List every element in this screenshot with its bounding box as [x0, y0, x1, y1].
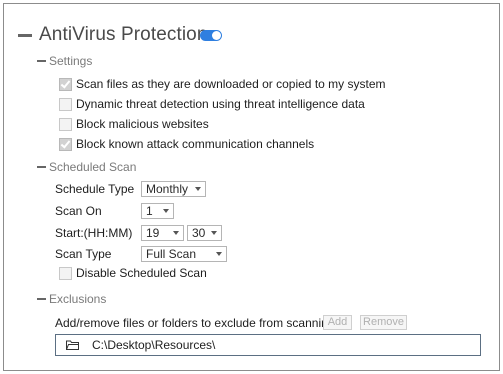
collapse-scheduled-scan-icon[interactable] — [37, 166, 46, 168]
dynamic-threat-label: Dynamic threat detection using threat in… — [76, 97, 365, 111]
scan-files-label: Scan files as they are downloaded or cop… — [76, 77, 386, 91]
exclusion-path-item[interactable]: C:\Desktop\Resources\ — [55, 334, 481, 356]
start-hour-select[interactable]: 19 — [141, 225, 184, 241]
block-attack-channels-checkbox[interactable] — [59, 138, 72, 151]
exclusion-path-text: C:\Desktop\Resources\ — [92, 338, 216, 352]
exclusions-section-title: Exclusions — [49, 292, 107, 306]
scheduled-scan-section-title: Scheduled Scan — [49, 160, 137, 174]
block-websites-label: Block malicious websites — [76, 117, 209, 131]
schedule-type-label: Schedule Type — [55, 182, 135, 196]
scan-on-select[interactable]: 1 — [141, 203, 174, 219]
antivirus-panel: AntiVirus Protection Settings Scan files… — [3, 3, 500, 371]
collapse-antivirus-icon[interactable] — [18, 34, 32, 37]
toggle-knob — [212, 31, 221, 40]
antivirus-toggle[interactable] — [200, 30, 222, 41]
chevron-down-icon — [163, 209, 169, 213]
disable-scheduled-scan-checkbox[interactable] — [59, 267, 72, 280]
schedule-type-select[interactable]: Monthly — [141, 181, 206, 197]
start-time-label: Start:(HH:MM) — [55, 226, 133, 240]
chevron-down-icon — [211, 231, 217, 235]
collapse-settings-icon[interactable] — [37, 60, 46, 62]
start-minute-value: 30 — [192, 226, 206, 240]
scan-type-label: Scan Type — [55, 247, 112, 261]
start-hour-value: 19 — [146, 226, 160, 240]
schedule-type-value: Monthly — [146, 182, 189, 196]
start-minute-select[interactable]: 30 — [187, 225, 222, 241]
antivirus-title: AntiVirus Protection — [39, 24, 208, 45]
disable-scheduled-scan-label: Disable Scheduled Scan — [76, 266, 207, 280]
folder-icon — [66, 340, 79, 350]
block-websites-checkbox[interactable] — [59, 118, 72, 131]
scan-files-checkbox[interactable] — [59, 78, 72, 91]
settings-section-title: Settings — [49, 54, 93, 68]
scan-on-label: Scan On — [55, 204, 102, 218]
chevron-down-icon — [195, 187, 201, 191]
block-attack-channels-label: Block known attack communication channel… — [76, 137, 315, 151]
remove-exclusion-button[interactable]: Remove — [360, 315, 407, 330]
chevron-down-icon — [173, 231, 179, 235]
dynamic-threat-checkbox[interactable] — [59, 98, 72, 111]
add-exclusion-button[interactable]: Add — [323, 315, 352, 330]
exclusions-description: Add/remove files or folders to exclude f… — [55, 316, 335, 330]
collapse-exclusions-icon[interactable] — [37, 298, 46, 300]
chevron-down-icon — [216, 252, 222, 256]
scan-type-value: Full Scan — [146, 247, 197, 261]
scan-type-select[interactable]: Full Scan — [141, 246, 227, 262]
scan-on-value: 1 — [146, 204, 153, 218]
